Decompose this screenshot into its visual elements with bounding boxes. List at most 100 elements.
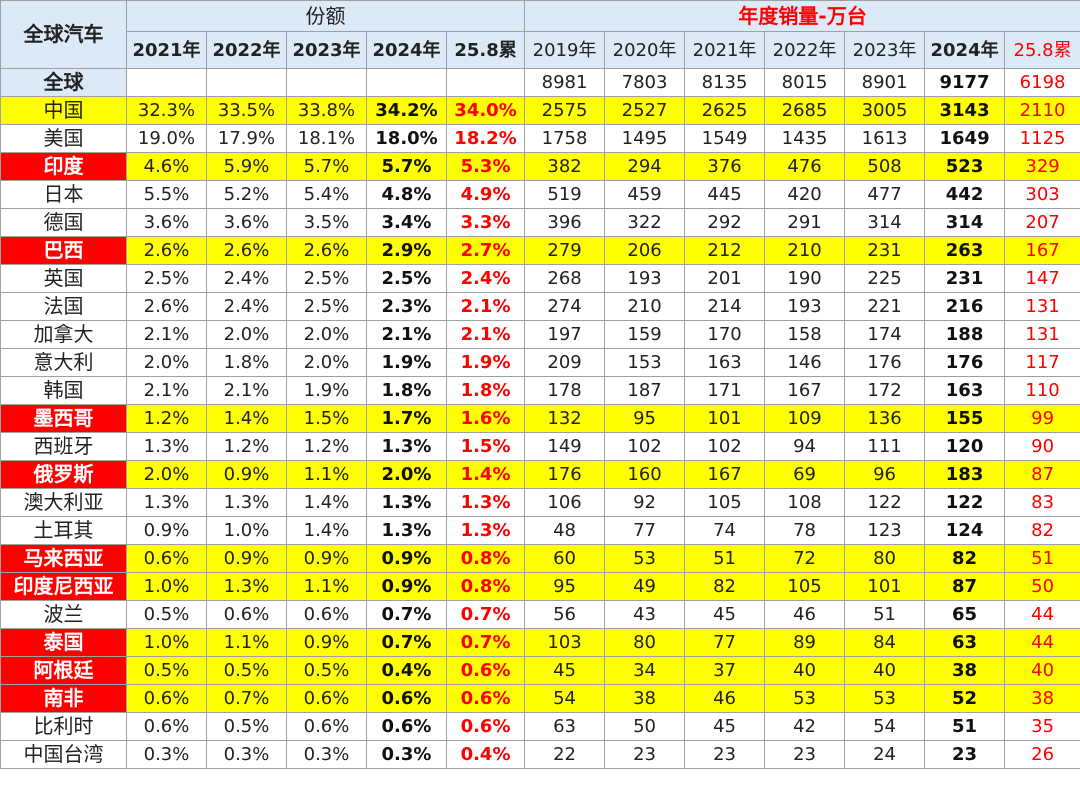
- sales-cell: 82: [924, 544, 1006, 573]
- country-name-cell: 德国: [0, 208, 127, 237]
- share-cell: 1.8%: [366, 376, 447, 405]
- sales-cell: 519: [524, 180, 606, 209]
- sales-cell: 159: [604, 320, 686, 349]
- sales-cell: 101: [844, 572, 926, 601]
- sales-cell: 149: [524, 432, 606, 461]
- sales-cell: 322: [604, 208, 686, 237]
- sales-group-header: 年度销量-万台: [524, 0, 1080, 32]
- sales-cell: 48: [524, 516, 606, 545]
- sales-cell: 37: [684, 656, 766, 685]
- sales-cell: 477: [844, 180, 926, 209]
- share-cell: 2.1%: [445, 292, 526, 321]
- sales-cell: 8901: [844, 68, 926, 97]
- table-row: 意大利 2.0% 1.8% 2.0% 1.9% 1.9% 209 153 163 146 176 17…: [0, 348, 1080, 377]
- sales-cell: 183: [924, 460, 1006, 489]
- sales-cell: 53: [844, 684, 926, 713]
- sales-cell: 2527: [604, 96, 686, 125]
- table-row: 俄罗斯 2.0% 0.9% 1.1% 2.0% 1.4% 176 160 167 69 96 183 8…: [0, 460, 1080, 489]
- share-cell: 0.7%: [366, 600, 447, 629]
- share-cell: 1.4%: [286, 516, 367, 545]
- sales-cell: 45: [524, 656, 606, 685]
- sales-cell: 197: [524, 320, 606, 349]
- sales-year-header: 2019年: [524, 31, 606, 69]
- share-cell: 1.8%: [206, 348, 287, 377]
- share-cell: 0.3%: [126, 740, 207, 769]
- share-cell: 18.0%: [366, 124, 447, 153]
- sales-cell: 40: [844, 656, 926, 685]
- share-cell: 2.7%: [445, 236, 526, 265]
- share-cell: 2.0%: [206, 320, 287, 349]
- sales-cell: 51: [684, 544, 766, 573]
- table-row: 加拿大 2.1% 2.0% 2.0% 2.1% 2.1% 197 159 170 158 174 18…: [0, 320, 1080, 349]
- country-name-cell: 印度尼西亚: [0, 572, 127, 601]
- table-corner-title: 全球汽车: [0, 0, 127, 69]
- share-cell: 1.6%: [445, 404, 526, 433]
- share-cell: 0.4%: [445, 740, 526, 769]
- sales-cell: 221: [844, 292, 926, 321]
- share-cell: 0.6%: [126, 684, 207, 713]
- share-cell: 1.0%: [126, 572, 207, 601]
- country-name-cell: 泰国: [0, 628, 127, 657]
- sales-cell: 382: [524, 152, 606, 181]
- table-body: 全球 8981 7803 8135 8015 8901 9177 6198 中国 32.3% 33.…: [0, 68, 1080, 769]
- sales-cell: 117: [1004, 348, 1080, 377]
- country-name-cell: 加拿大: [0, 320, 127, 349]
- sales-cell: 50: [604, 712, 686, 741]
- sales-year-header: 2021年: [684, 31, 766, 69]
- sales-cell: 167: [1004, 236, 1080, 265]
- table-row: 日本 5.5% 5.2% 5.4% 4.8% 4.9% 519 459 445 420 477 442…: [0, 180, 1080, 209]
- share-cell: 0.6%: [126, 712, 207, 741]
- sales-cell: 1758: [524, 124, 606, 153]
- share-cell: 2.5%: [126, 264, 207, 293]
- sales-cell: 206: [604, 236, 686, 265]
- country-name-cell: 韩国: [0, 376, 127, 405]
- share-cell: 19.0%: [126, 124, 207, 153]
- sales-cell: 209: [524, 348, 606, 377]
- sales-cell: 49: [604, 572, 686, 601]
- sales-cell: 2625: [684, 96, 766, 125]
- sales-cell: 60: [524, 544, 606, 573]
- share-cell: 2.6%: [126, 236, 207, 265]
- share-cell: 0.3%: [366, 740, 447, 769]
- share-cell: 2.0%: [126, 460, 207, 489]
- table-row: 印度尼西亚 1.0% 1.3% 1.1% 0.9% 0.8% 95 49 82 105 101 87 5…: [0, 572, 1080, 601]
- sales-cell: 78: [764, 516, 846, 545]
- share-group-header: 份额: [125, 0, 526, 32]
- sales-cell: 178: [524, 376, 606, 405]
- share-cell: 4.6%: [126, 152, 207, 181]
- sales-cell: 102: [604, 432, 686, 461]
- sales-cell: 8981: [524, 68, 606, 97]
- share-cell: 0.9%: [366, 544, 447, 573]
- country-name-cell: 法国: [0, 292, 127, 321]
- share-cell: 1.3%: [206, 488, 287, 517]
- sales-cell: 1435: [764, 124, 846, 153]
- sales-cell: 167: [764, 376, 846, 405]
- share-cell: 33.8%: [286, 96, 367, 125]
- sales-cell: 8015: [764, 68, 846, 97]
- sales-cell: 77: [604, 516, 686, 545]
- sales-year-header: 2023年: [844, 31, 926, 69]
- sales-cell: 210: [604, 292, 686, 321]
- table-row: 土耳其 0.9% 1.0% 1.4% 1.3% 1.3% 48 77 74 78 123 124 82: [0, 516, 1080, 545]
- sales-cell: 22: [524, 740, 606, 769]
- sales-cell: 87: [924, 572, 1006, 601]
- table-row: 巴西 2.6% 2.6% 2.6% 2.9% 2.7% 279 206 212 210 231 263…: [0, 236, 1080, 265]
- auto-sales-table: 全球汽车 份额 年度销量-万台 2021年 2022年 2023年 2024年 …: [0, 0, 1080, 769]
- sales-cell: 176: [924, 348, 1006, 377]
- sales-cell: 147: [1004, 264, 1080, 293]
- share-cell: 0.6%: [445, 684, 526, 713]
- sales-cell: 187: [604, 376, 686, 405]
- sales-cell: 329: [1004, 152, 1080, 181]
- country-name-cell: 波兰: [0, 600, 127, 629]
- share-cell: 0.9%: [286, 628, 367, 657]
- share-cell: 5.5%: [126, 180, 207, 209]
- share-cell: 0.9%: [206, 544, 287, 573]
- sales-cell: 303: [1004, 180, 1080, 209]
- sales-cell: 44: [1004, 628, 1080, 657]
- share-cell: 0.6%: [126, 544, 207, 573]
- sales-cell: 124: [924, 516, 1006, 545]
- sales-cell: 45: [684, 712, 766, 741]
- share-cell: 17.9%: [206, 124, 287, 153]
- country-name-cell: 中国: [0, 96, 127, 125]
- sales-cell: 122: [924, 488, 1006, 517]
